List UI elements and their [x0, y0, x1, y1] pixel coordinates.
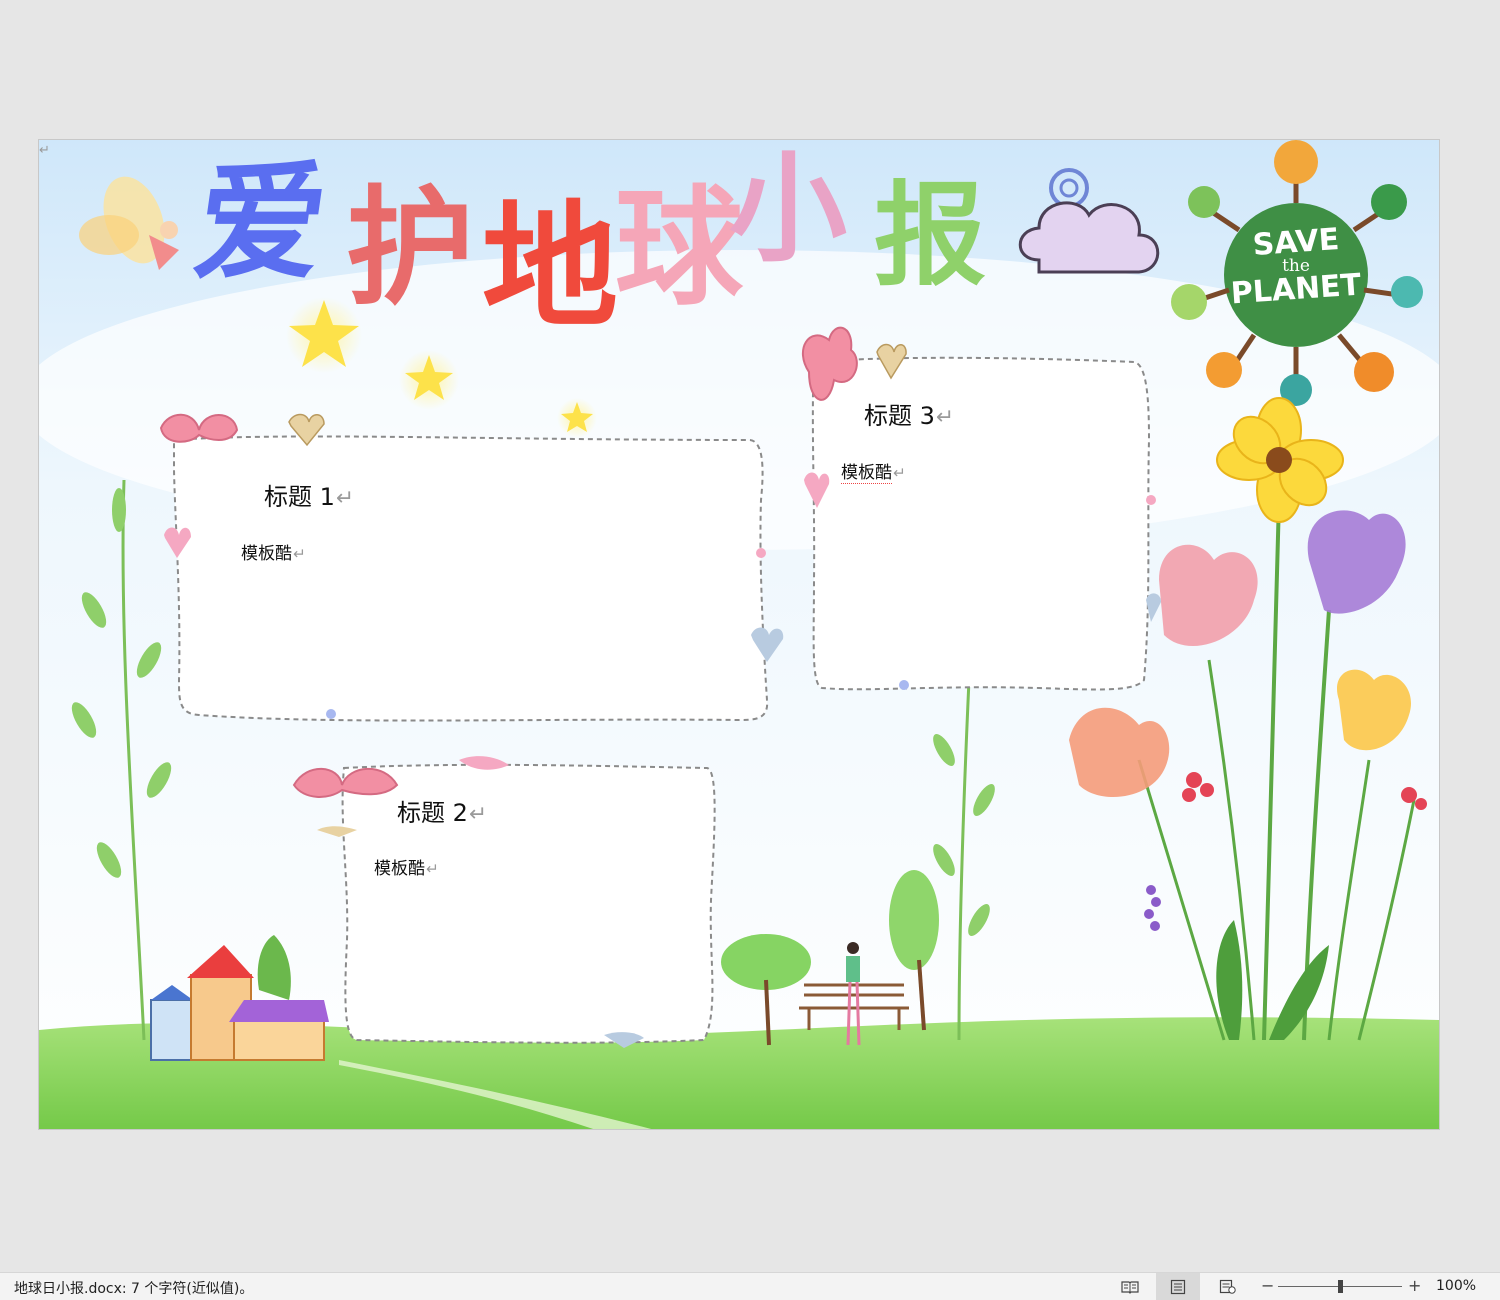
frame-2-body-text: 模板酷 [374, 859, 425, 879]
headline-char-6: 报 [874, 171, 986, 301]
return-mark: ↵ [335, 486, 354, 511]
zoom-slider-handle[interactable] [1338, 1280, 1343, 1293]
frame-2-title-text: 标题 2 [397, 799, 468, 827]
frame-1-title[interactable]: 标题 1↵ [264, 477, 354, 512]
document-workspace: ↵ 爱 护 地 球 小 报 SAVE the PLANET 标题 1↵ 模板酷↵… [0, 0, 1500, 1272]
badge-line-planet: PLANET [1229, 267, 1363, 312]
headline-char-3: 地 [482, 189, 618, 347]
frame-3-body[interactable]: 模板酷↵ [841, 458, 906, 484]
frame-3-title[interactable]: 标题 3↵ [864, 396, 954, 431]
frame-2-border [292, 756, 716, 1048]
document-page[interactable]: ↵ 爱 护 地 球 小 报 SAVE the PLANET 标题 1↵ 模板酷↵… [38, 139, 1440, 1130]
headline-char-1: 爱 [186, 149, 336, 298]
frame-1-title-text: 标题 1 [264, 483, 335, 511]
zoom-level[interactable]: 100% [1436, 1278, 1476, 1294]
web-layout-icon [1219, 1279, 1236, 1294]
return-mark: ↵ [468, 802, 487, 827]
print-layout-button[interactable] [1156, 1273, 1200, 1300]
web-layout-button[interactable] [1206, 1273, 1250, 1300]
headline-char-4: 球 [615, 174, 744, 323]
frame-1-body[interactable]: 模板酷↵ [241, 539, 306, 564]
print-layout-icon [1170, 1279, 1186, 1294]
frame-1-body-text: 模板酷 [241, 544, 292, 564]
read-mode-button[interactable] [1108, 1273, 1152, 1300]
return-mark: ↵ [935, 405, 954, 430]
return-mark: ↵ [893, 464, 906, 482]
badge-line-save: SAVE [1251, 222, 1341, 263]
zoom-in-button[interactable]: + [1408, 1276, 1421, 1295]
headline-char-5: 小 [729, 140, 848, 278]
frame-2-body[interactable]: 模板酷↵ [374, 854, 439, 879]
zoom-out-button[interactable]: − [1261, 1276, 1274, 1295]
document-word-count[interactable]: 地球日小报.docx: 7 个字符(近似值)。 [14, 1278, 253, 1298]
frame-1-border [159, 413, 784, 722]
save-the-planet-text: SAVE the PLANET [1224, 222, 1368, 311]
return-mark: ↵ [426, 860, 439, 878]
status-bar: 地球日小报.docx: 7 个字符(近似值)。 − + 100% [0, 1272, 1500, 1300]
frame-3-border [802, 326, 1161, 691]
frame-3-title-text: 标题 3 [864, 402, 935, 430]
paragraph-mark: ↵ [39, 143, 50, 158]
frame-2-title[interactable]: 标题 2↵ [397, 793, 487, 828]
headline-char-2: 护 [346, 174, 475, 323]
return-mark: ↵ [293, 545, 306, 563]
read-mode-icon [1121, 1280, 1139, 1294]
frame-3-body-text: 模板酷 [841, 463, 892, 484]
